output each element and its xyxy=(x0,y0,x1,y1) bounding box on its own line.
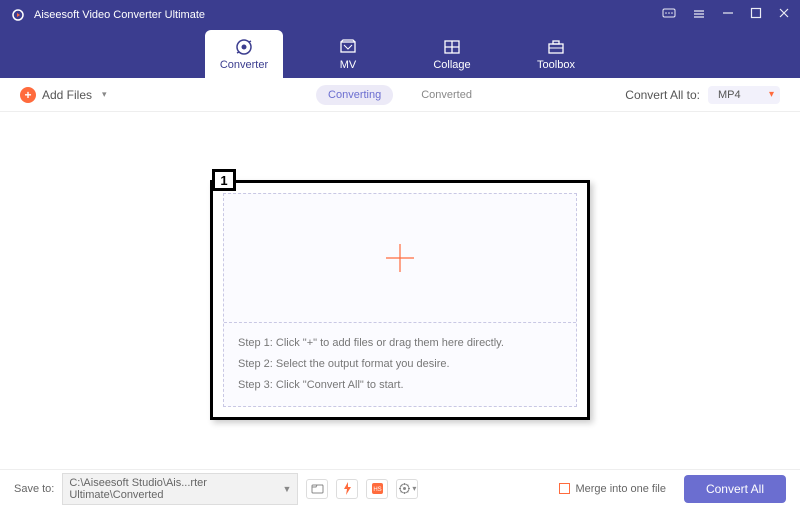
step-3: Step 3: Click "Convert All" to start. xyxy=(238,375,562,396)
callout-number: 1 xyxy=(212,169,236,191)
segment-converting[interactable]: Converting xyxy=(316,85,393,105)
save-path-text: C:\Aiseesoft Studio\Ais...rter Ultimate\… xyxy=(69,477,276,501)
collage-icon xyxy=(442,37,462,57)
tab-collage[interactable]: Collage xyxy=(413,30,491,78)
instruction-steps: Step 1: Click "+" to add files or drag t… xyxy=(224,323,576,406)
feedback-icon[interactable] xyxy=(662,7,676,24)
plus-icon: + xyxy=(20,87,36,103)
dropzone-click-area[interactable] xyxy=(224,194,576,323)
tab-converter[interactable]: Converter xyxy=(205,30,283,78)
main-area: 1 Step 1: Click "+" to add files or drag… xyxy=(0,112,800,469)
app-logo-icon xyxy=(10,7,26,23)
step-2: Step 2: Select the output format you des… xyxy=(238,354,562,375)
converter-icon xyxy=(234,37,254,57)
tab-toolbox[interactable]: Toolbox xyxy=(517,30,595,78)
footer: Save to: C:\Aiseesoft Studio\Ais...rter … xyxy=(0,469,800,507)
mv-icon xyxy=(338,37,358,57)
add-files-button[interactable]: + Add Files ▾ xyxy=(20,87,107,103)
dropzone[interactable]: Step 1: Click "+" to add files or drag t… xyxy=(223,193,577,407)
gpu-accel-button[interactable] xyxy=(336,479,358,499)
segment-converted[interactable]: Converted xyxy=(409,85,484,105)
step-1: Step 1: Click "+" to add files or drag t… xyxy=(238,333,562,354)
add-plus-icon xyxy=(380,238,420,278)
merge-label: Merge into one file xyxy=(575,483,666,495)
chevron-down-icon: ▾ xyxy=(102,89,107,100)
settings-button[interactable]: ▾ xyxy=(396,479,418,499)
convert-all-button[interactable]: Convert All xyxy=(684,475,786,503)
convert-all-to-label: Convert All to: xyxy=(625,88,700,102)
open-folder-button[interactable] xyxy=(306,479,328,499)
merge-checkbox[interactable]: Merge into one file xyxy=(559,483,666,495)
dropzone-callout: 1 Step 1: Click "+" to add files or drag… xyxy=(210,180,590,420)
high-speed-button[interactable]: HS xyxy=(366,479,388,499)
app-title: Aiseesoft Video Converter Ultimate xyxy=(34,9,662,21)
checkbox-icon xyxy=(559,483,570,494)
close-icon[interactable] xyxy=(778,7,790,24)
segment-control: Converting Converted xyxy=(316,85,484,105)
toolbar: + Add Files ▾ Converting Converted Conve… xyxy=(0,78,800,112)
save-to-label: Save to: xyxy=(14,483,54,495)
menu-icon[interactable] xyxy=(692,7,706,24)
navbar: Converter MV Collage Toolbox xyxy=(0,30,800,78)
tab-label: Toolbox xyxy=(537,59,575,71)
chevron-down-icon: ▼ xyxy=(282,484,291,494)
add-files-label: Add Files xyxy=(42,88,92,102)
window-controls xyxy=(662,7,790,24)
save-path-select[interactable]: C:\Aiseesoft Studio\Ais...rter Ultimate\… xyxy=(62,473,298,505)
tab-mv[interactable]: MV xyxy=(309,30,387,78)
tab-label: MV xyxy=(340,59,357,71)
titlebar: Aiseesoft Video Converter Ultimate xyxy=(0,0,800,30)
minimize-icon[interactable] xyxy=(722,7,734,24)
tab-label: Converter xyxy=(220,59,268,71)
toolbox-icon xyxy=(546,37,566,57)
svg-text:HS: HS xyxy=(373,487,381,493)
maximize-icon[interactable] xyxy=(750,7,762,24)
tab-label: Collage xyxy=(433,59,470,71)
format-select[interactable]: MP4 xyxy=(708,86,780,104)
